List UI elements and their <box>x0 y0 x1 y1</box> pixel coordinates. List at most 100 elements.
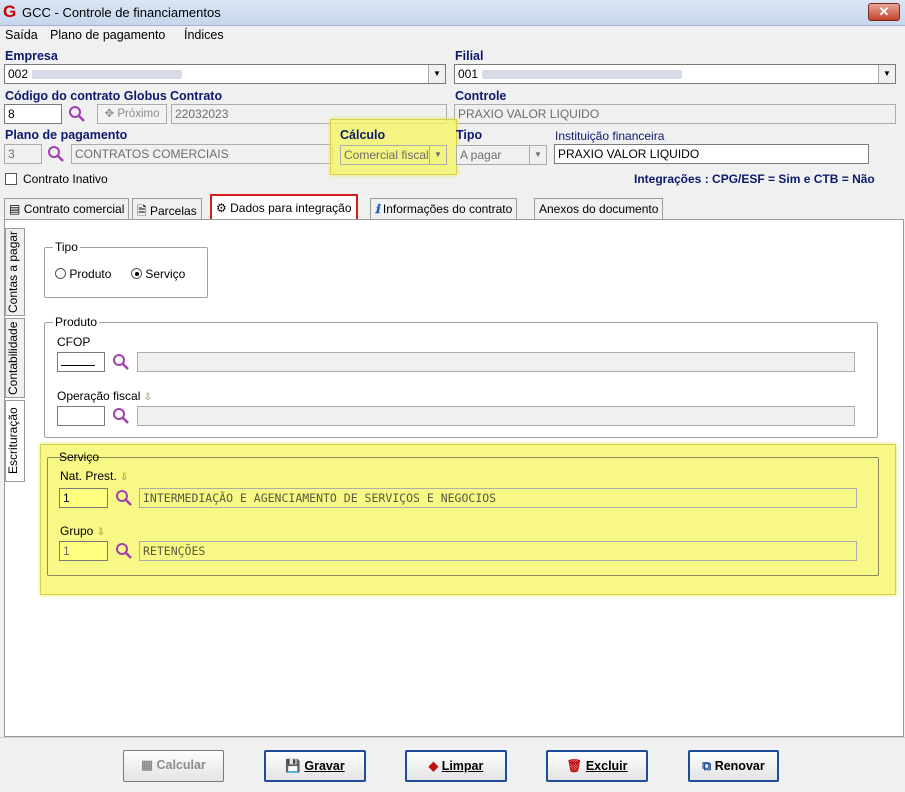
checkbox-icon[interactable] <box>5 173 17 185</box>
plano-code-input[interactable]: 3 <box>4 144 42 164</box>
radio-produto[interactable]: Produto <box>55 267 111 281</box>
trash-icon: 🗑 <box>566 759 583 773</box>
gravar-button[interactable]: 💾 Gravar <box>264 750 366 782</box>
calculo-value: Comercial fiscal <box>344 148 429 162</box>
grupo-label: Grupo ⇩ <box>60 524 105 538</box>
redacted-text <box>32 70 183 80</box>
radio-icon[interactable] <box>55 268 66 279</box>
search-icon[interactable] <box>114 541 134 561</box>
instituicao-label: Instituição financeira <box>555 129 665 143</box>
tab-dados-integracao[interactable]: ⚙ Dados para integração <box>210 194 358 221</box>
plus-icon: ✥ <box>104 108 118 120</box>
proximo-button[interactable]: ✥ Próximo <box>97 104 167 124</box>
search-icon[interactable] <box>114 488 134 508</box>
tipo-top-value: A pagar <box>460 148 502 162</box>
excluir-button[interactable]: 🗑 Excluir <box>546 750 648 782</box>
tab-label: Informações do contrato <box>382 202 513 216</box>
cfop-input[interactable] <box>57 352 105 372</box>
empresa-label: Empresa <box>5 49 58 63</box>
cfop-label: CFOP <box>57 335 91 349</box>
servico-group-title: Serviço <box>59 450 100 464</box>
contrato-inativo-checkbox[interactable] <box>5 173 17 188</box>
chevron-down-icon[interactable]: ▼ <box>429 146 446 164</box>
close-button[interactable]: ✕ <box>868 3 900 21</box>
empresa-value: 002 <box>8 67 29 81</box>
radio-servico[interactable]: Serviço <box>131 267 185 281</box>
nat-prest-input[interactable]: 1 <box>59 488 108 508</box>
redacted-text <box>482 70 683 80</box>
contrato-label: Contrato <box>170 89 223 103</box>
cfop-desc-field <box>137 352 855 372</box>
controle-label: Controle <box>455 89 507 103</box>
tab-parcelas[interactable]: 🗎 Parcelas <box>132 198 202 220</box>
list-icon: ▤ <box>9 202 21 216</box>
renovar-label: Renovar <box>714 759 765 773</box>
arrow-down-icon: ⇩ <box>120 472 129 483</box>
nat-prest-label: Nat. Prest. ⇩ <box>60 469 128 483</box>
filial-value: 001 <box>458 67 479 81</box>
limpar-button[interactable]: ◆ Limpar <box>405 750 507 782</box>
grupo-text: Grupo <box>60 524 94 538</box>
renovar-button[interactable]: ⧉ Renovar <box>688 750 779 782</box>
search-icon[interactable] <box>67 104 87 124</box>
controle-field[interactable]: PRAXIO VALOR LIQUIDO <box>454 104 896 124</box>
codigo-label: Código do contrato Globus <box>5 89 167 103</box>
plano-label: Plano de pagamento <box>5 128 128 142</box>
tab-contrato-comercial[interactable]: ▤ Contrato comercial <box>4 198 130 220</box>
integracoes-status: Integrações : CPG/ESF = Sim e CTB = Não <box>634 172 875 186</box>
radio-label: Serviço <box>145 267 186 281</box>
filial-select[interactable]: 001 ▼ <box>454 64 896 84</box>
arrow-down-icon: ⇩ <box>96 527 106 538</box>
vtab-contas-pagar[interactable]: Contas a pagar <box>5 228 25 316</box>
limpar-label: Limpar <box>441 759 484 773</box>
radio-icon[interactable] <box>131 268 142 279</box>
arrow-down-icon: ⇩ <box>143 392 153 403</box>
tab-label: Dados para integração <box>230 201 352 215</box>
excluir-label: Excluir <box>585 759 628 773</box>
opfiscal-desc-field <box>137 406 855 426</box>
produto-group-title: Produto <box>53 315 100 329</box>
eraser-icon: ◆ <box>428 759 439 773</box>
tab-informacoes-contrato[interactable]: ℹ Informações do contrato <box>370 198 518 220</box>
tab-label: Contrato comercial <box>23 202 125 216</box>
vtab-escrituracao[interactable]: Escrituração <box>5 400 25 482</box>
opfiscal-input[interactable] <box>57 406 105 426</box>
plano-desc-field: CONTRATOS COMERCIAIS <box>71 144 333 164</box>
search-icon[interactable] <box>111 352 131 372</box>
proximo-label: Próximo <box>117 108 160 120</box>
document-icon: 🗎 <box>137 204 147 218</box>
grupo-input[interactable]: 1 <box>59 541 108 561</box>
chevron-down-icon[interactable]: ▼ <box>878 65 895 83</box>
menu-saida[interactable]: Saída <box>5 28 38 42</box>
gear-icon: ⚙ <box>216 201 227 215</box>
calculo-select[interactable]: Comercial fiscal ▼ <box>340 145 447 165</box>
vtab-contabilidade[interactable]: Contabilidade <box>5 318 25 398</box>
opfiscal-text: Operação fiscal <box>57 389 141 403</box>
input-mask <box>61 365 95 366</box>
filial-label: Filial <box>455 49 484 63</box>
empresa-select[interactable]: 002 ▼ <box>4 64 446 84</box>
grupo-desc: RETENÇÕES <box>139 541 857 561</box>
contrato-inativo-label: Contrato Inativo <box>23 172 108 186</box>
save-icon: 💾 <box>285 759 301 773</box>
tab-anexos-documento[interactable]: Anexos do documento <box>534 198 664 220</box>
instituicao-field[interactable]: PRAXIO VALOR LIQUIDO <box>554 144 869 164</box>
calcular-label: Calcular <box>156 758 206 772</box>
calcular-button[interactable]: ▦ Calcular <box>123 750 224 782</box>
radio-label: Produto <box>69 267 112 281</box>
tipo-top-select[interactable]: A pagar ▼ <box>456 145 547 165</box>
search-icon[interactable] <box>111 406 131 426</box>
chevron-down-icon[interactable]: ▼ <box>529 146 546 164</box>
chevron-down-icon[interactable]: ▼ <box>428 65 445 83</box>
menu-plano-pagamento[interactable]: Plano de pagamento <box>50 28 165 42</box>
calculator-icon: ▦ <box>141 758 153 772</box>
menu-indices[interactable]: Índices <box>184 28 224 42</box>
tipo-group-title: Tipo <box>53 240 80 254</box>
renew-icon: ⧉ <box>702 759 712 773</box>
window-title: GCC - Controle de financiamentos <box>22 5 221 20</box>
search-icon[interactable] <box>46 144 66 164</box>
tab-label: Parcelas <box>150 204 197 218</box>
app-logo-icon: G <box>3 2 17 21</box>
codigo-input[interactable]: 8 <box>4 104 62 124</box>
tipo-top-label: Tipo <box>456 128 483 142</box>
